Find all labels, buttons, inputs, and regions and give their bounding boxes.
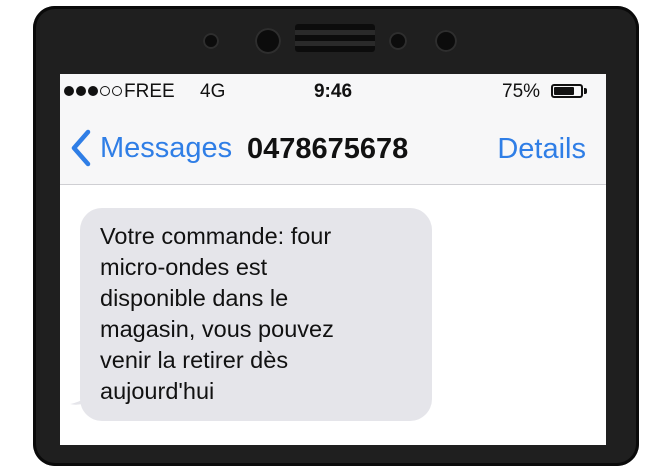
battery-level-fill — [554, 87, 574, 95]
back-button-label: Messages — [100, 131, 233, 164]
front-camera-icon — [255, 28, 281, 54]
front-sensor-right — [389, 32, 407, 50]
battery-tip — [584, 88, 587, 94]
status-bar: FREE 4G 9:46 75% — [60, 74, 606, 110]
proximity-sensor — [435, 30, 457, 52]
back-button[interactable]: Messages — [66, 128, 232, 168]
incoming-message-bubble[interactable]: Votre commande: four micro-ondes est dis… — [80, 208, 432, 421]
chevron-left-icon — [71, 129, 91, 167]
navigation-bar: Messages 0478675678 Details — [60, 110, 606, 185]
battery-icon — [551, 84, 583, 98]
details-button[interactable]: Details — [497, 133, 586, 166]
battery-percentage: 75% — [502, 81, 541, 102]
earpiece-speaker — [295, 24, 375, 52]
phone-top-bezel — [33, 6, 639, 76]
front-sensor-left — [203, 33, 219, 49]
phone-screen: FREE 4G 9:46 75% Messages 0478675678 Det… — [60, 74, 606, 445]
conversation-title: 0478675678 — [247, 133, 409, 165]
conversation-view[interactable]: Votre commande: four micro-ondes est dis… — [60, 185, 606, 445]
